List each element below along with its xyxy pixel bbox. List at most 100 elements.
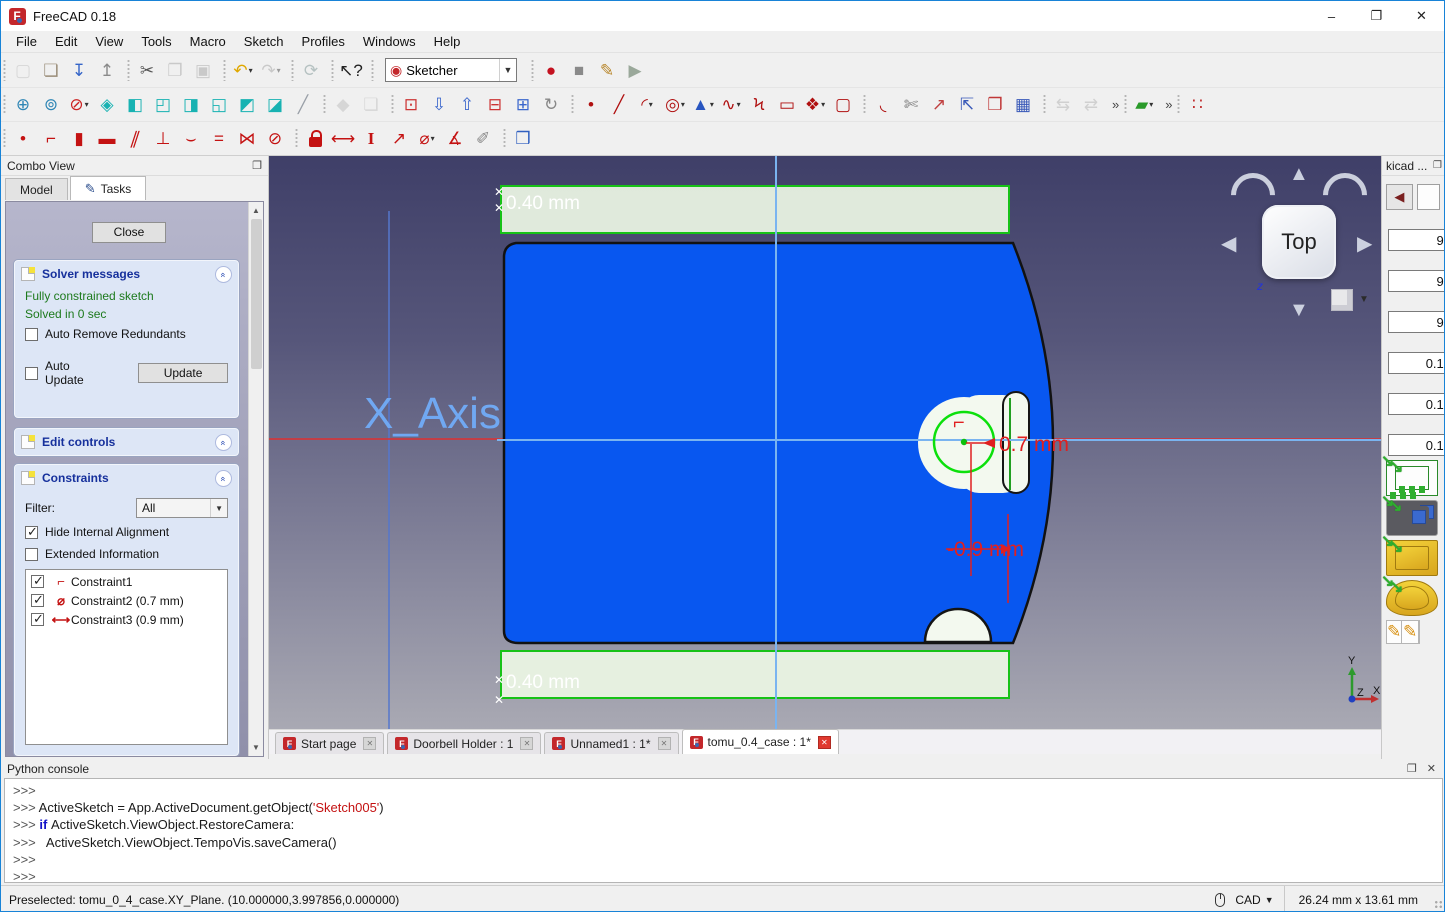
- view-section-button[interactable]: ⊟: [482, 92, 508, 118]
- maximize-button[interactable]: ❐: [1354, 1, 1399, 31]
- tab-model[interactable]: Model: [5, 178, 68, 200]
- kicad-value-field[interactable]: 90: [1388, 229, 1445, 251]
- save-button[interactable]: ↧: [66, 57, 92, 83]
- create-slot-button[interactable]: ▢: [830, 92, 856, 118]
- nav-arrow-left-icon[interactable]: ◀: [1221, 231, 1236, 256]
- nav-mini-cube-icon[interactable]: [1331, 289, 1353, 311]
- constraint-item-2[interactable]: ⌀ Constraint2 (0.7 mm): [26, 591, 227, 610]
- nav-arrow-up-icon[interactable]: ▲: [1289, 163, 1309, 186]
- constraint-item-1[interactable]: ⌐ Constraint1: [26, 572, 227, 591]
- menu-item[interactable]: Windows: [354, 32, 425, 51]
- nav-arrow-down-icon[interactable]: ▼: [1289, 299, 1309, 322]
- close-tab-icon[interactable]: ✕: [818, 736, 831, 749]
- create-point-button[interactable]: •: [578, 92, 604, 118]
- constrain-distance-button[interactable]: ↗: [386, 126, 412, 152]
- menu-item[interactable]: File: [7, 32, 46, 51]
- view-bottom-button[interactable]: ◩: [234, 92, 260, 118]
- nav-cube-top-face[interactable]: Top: [1262, 205, 1336, 279]
- create-conic-button[interactable]: ▲▾: [690, 92, 716, 118]
- tab-tasks[interactable]: ✎Tasks: [70, 176, 147, 200]
- switch-virtual-space-button[interactable]: ∷: [1184, 92, 1210, 118]
- create-circle-button[interactable]: ◎▾: [662, 92, 688, 118]
- collapse-chevron-icon[interactable]: «: [215, 434, 232, 451]
- view-front-button[interactable]: ◧: [122, 92, 148, 118]
- external-geometry-button[interactable]: ⇱: [954, 92, 980, 118]
- circle-center-point[interactable]: [961, 439, 967, 445]
- constrain-vertical-button[interactable]: ▮: [66, 126, 92, 152]
- macro-stop-button[interactable]: ■: [566, 57, 592, 83]
- workbench-dropdown-arrow[interactable]: ▼: [499, 59, 516, 81]
- create-polygon-button[interactable]: ❖▾: [802, 92, 828, 118]
- close-window-button[interactable]: ✕: [1399, 1, 1444, 31]
- draw-style-button[interactable]: ⊘▾: [66, 92, 92, 118]
- constraint-checkbox[interactable]: [31, 594, 44, 607]
- constrain-tangent-button[interactable]: ⌣: [178, 126, 204, 152]
- constraint-item-3[interactable]: ⟷ Constraint3 (0.9 mm): [26, 610, 227, 629]
- macro-execute-button[interactable]: ▶: [622, 57, 648, 83]
- 3d-viewport[interactable]: ✕ ✕ ✕ ✕ X_Axis: [269, 156, 1381, 729]
- toolbar-overflow-icon[interactable]: »: [1162, 97, 1175, 112]
- part-tool-button[interactable]: ◆: [330, 92, 356, 118]
- kicad-value-field[interactable]: 0.10: [1388, 393, 1445, 415]
- constrain-block-button[interactable]: ⊘: [262, 126, 288, 152]
- measure-distance-button[interactable]: ╱: [290, 92, 316, 118]
- open-file-button[interactable]: ❏: [38, 57, 64, 83]
- carbon-copy-button[interactable]: ❒: [982, 92, 1008, 118]
- close-panel-icon[interactable]: ✕: [1427, 762, 1436, 775]
- constraint-checkbox[interactable]: [31, 575, 44, 588]
- constrain-distance-x-button[interactable]: ⟷: [330, 126, 356, 152]
- print-button[interactable]: ↥: [94, 57, 120, 83]
- radius-dimension-label[interactable]: 0.7 mm: [999, 433, 1069, 456]
- tab-tomu-case[interactable]: tomu_0.4_case : 1* ✕: [682, 729, 839, 754]
- fit-all-button[interactable]: ⊕: [10, 92, 36, 118]
- reorient-sketch-button[interactable]: ↻: [538, 92, 564, 118]
- tab-unnamed1[interactable]: Unnamed1 : 1* ✕: [544, 732, 678, 754]
- menu-item[interactable]: Tools: [132, 32, 180, 51]
- kicad-value-field[interactable]: 90: [1388, 270, 1445, 292]
- float-panel-icon[interactable]: ❐: [1407, 762, 1417, 775]
- nav-style-selector[interactable]: CAD ▼: [1205, 893, 1283, 907]
- constrain-point-on-object-button[interactable]: ⌐: [38, 126, 64, 152]
- menu-item[interactable]: Profiles: [293, 32, 354, 51]
- collapse-chevron-icon[interactable]: «: [215, 470, 232, 487]
- constrain-coincident-button[interactable]: •: [10, 126, 36, 152]
- trim-edge-button[interactable]: ✄: [898, 92, 924, 118]
- bspline-appearance-button[interactable]: ▰▾: [1131, 92, 1157, 118]
- toggle-driving-constraint-button[interactable]: ✐: [470, 126, 496, 152]
- kicad-value-field[interactable]: 0.10: [1388, 352, 1445, 374]
- fit-selection-button[interactable]: ⊚: [38, 92, 64, 118]
- x-axis-label[interactable]: X_Axis: [364, 389, 501, 438]
- kicad-export-cylinder-button[interactable]: [1386, 580, 1438, 616]
- constrain-parallel-button[interactable]: ∥: [122, 126, 148, 152]
- update-button[interactable]: Update: [138, 363, 228, 383]
- refresh-button[interactable]: ⟳: [298, 57, 324, 83]
- menu-item[interactable]: View: [86, 32, 132, 51]
- view-top-button[interactable]: ◰: [150, 92, 176, 118]
- create-rectangle-button[interactable]: ▭: [774, 92, 800, 118]
- tab-start-page[interactable]: Start page ✕: [275, 732, 384, 754]
- float-panel-icon[interactable]: ❐: [252, 159, 262, 172]
- leave-sketch-button[interactable]: ⇩: [426, 92, 452, 118]
- create-line-button[interactable]: ╱: [606, 92, 632, 118]
- sketch-merge-button[interactable]: ⇆: [1050, 92, 1076, 118]
- view-sketch-button[interactable]: ⇧: [454, 92, 480, 118]
- paste-button[interactable]: ▣: [190, 57, 216, 83]
- clone-button[interactable]: ❒: [510, 126, 536, 152]
- tab-doorbell-holder[interactable]: Doorbell Holder : 1 ✕: [387, 732, 541, 754]
- create-sketch-button[interactable]: ⊡: [398, 92, 424, 118]
- view-rear-button[interactable]: ◱: [206, 92, 232, 118]
- kicad-value-field[interactable]: 90: [1388, 311, 1445, 333]
- fillet-button[interactable]: ◟: [870, 92, 896, 118]
- constraint-checkbox[interactable]: [31, 613, 44, 626]
- create-polyline-button[interactable]: Ϟ: [746, 92, 772, 118]
- constrain-angle-button[interactable]: ∡: [442, 126, 468, 152]
- constrain-symmetric-button[interactable]: ⋈: [234, 126, 260, 152]
- workbench-selector[interactable]: ◉ Sketcher ▼: [385, 58, 517, 82]
- kicad-blank-button[interactable]: [1417, 184, 1440, 210]
- resize-grip[interactable]: [1432, 886, 1445, 912]
- constrain-equal-button[interactable]: =: [206, 126, 232, 152]
- point-on-object-constraint-icon[interactable]: ⌐: [953, 412, 965, 434]
- menu-item[interactable]: Macro: [181, 32, 235, 51]
- create-arc-button[interactable]: ◜▾: [634, 92, 660, 118]
- kicad-back-button[interactable]: ◀: [1386, 184, 1413, 210]
